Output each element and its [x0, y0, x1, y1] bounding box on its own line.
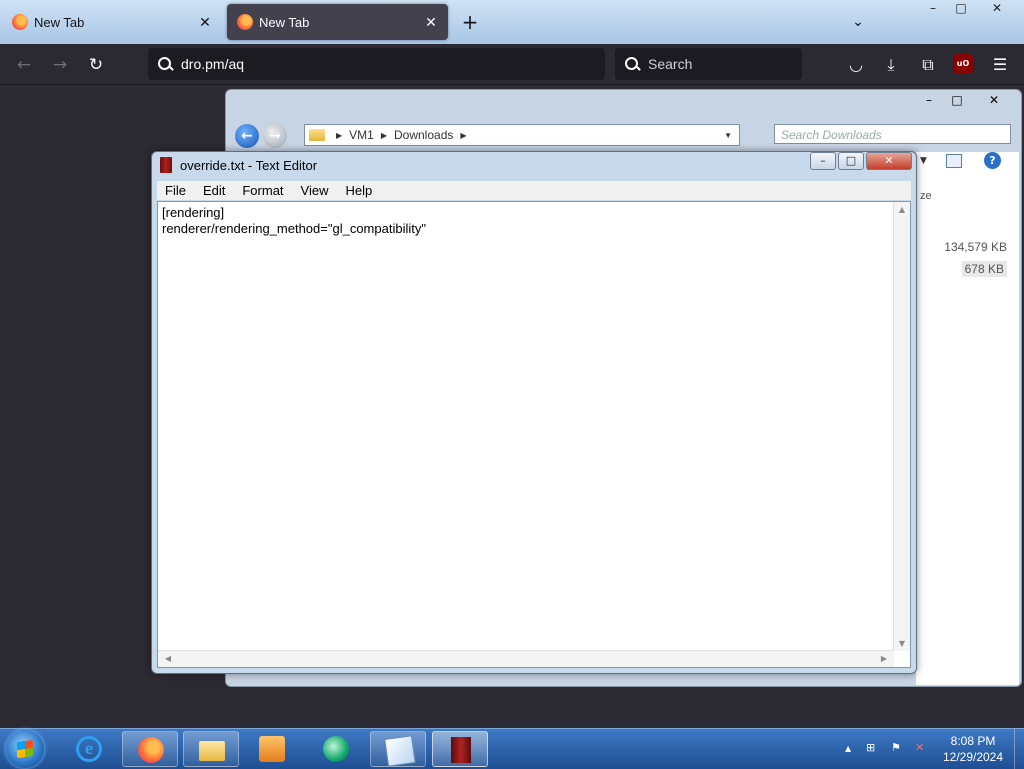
media-player-icon	[259, 736, 285, 762]
taskbar-internet-explorer[interactable]: e	[61, 731, 117, 767]
horizontal-scrollbar[interactable]: ◀ ▶	[158, 650, 894, 667]
clock-date: 12/29/2024	[942, 750, 1004, 764]
scroll-right-icon[interactable]: ▶	[876, 654, 892, 663]
preview-pane-icon[interactable]	[946, 154, 962, 168]
size-column-header[interactable]: ze	[920, 190, 932, 202]
vertical-scrollbar[interactable]: ▲ ▼	[893, 202, 910, 651]
new-tab-button[interactable]: +	[458, 10, 482, 34]
search-bar[interactable]: Search	[615, 48, 802, 80]
window-restore-button[interactable]: □	[946, 0, 976, 18]
scroll-left-icon[interactable]: ◀	[160, 654, 176, 663]
tab-close-icon[interactable]: ✕	[194, 14, 216, 31]
file-size-cell: 678 KB	[961, 261, 1007, 277]
menu-view[interactable]: View	[293, 183, 338, 198]
search-placeholder: Search	[648, 56, 693, 72]
text-line-2: renderer/rendering_method="gl_compatibil…	[162, 221, 426, 236]
window-close-button[interactable]: ✕	[982, 0, 1012, 18]
menu-file[interactable]: File	[157, 183, 195, 198]
tab-close-icon[interactable]: ✕	[420, 14, 442, 31]
scroll-down-icon[interactable]: ▼	[894, 639, 910, 648]
breadcrumb-downloads[interactable]: Downloads	[394, 128, 453, 142]
text-line-1: [rendering]	[162, 205, 225, 220]
action-center-flag-icon[interactable]: ⚑	[891, 741, 901, 754]
firefox-icon	[237, 14, 253, 30]
network-icon[interactable]: ⊞	[866, 741, 875, 754]
list-all-tabs-button[interactable]: ⌄	[846, 10, 870, 34]
explorer-file-pane: ▼ ? ze 134,579 KB 678 KB	[916, 152, 1019, 685]
view-options-dropdown-icon[interactable]: ▼	[920, 156, 927, 166]
explorer-search-input[interactable]: Search Downloads	[774, 124, 1011, 144]
taskbar-notepad[interactable]	[370, 731, 426, 767]
taskbar-text-editor[interactable]	[432, 731, 488, 767]
back-button[interactable]: ←	[11, 52, 37, 78]
taskbar-firefox[interactable]	[122, 731, 178, 767]
menu-edit[interactable]: Edit	[195, 183, 234, 198]
editor-close-button[interactable]: ✕	[866, 152, 912, 170]
scroll-up-icon[interactable]: ▲	[894, 205, 910, 214]
help-icon[interactable]: ?	[984, 152, 1001, 169]
taskbar-media-player[interactable]	[244, 731, 300, 767]
reload-button[interactable]: ↻	[83, 52, 109, 78]
explorer-back-icon[interactable]: ←	[235, 124, 259, 148]
explorer-minimize-button[interactable]: –	[916, 91, 942, 109]
editor-text-area[interactable]: [rendering] renderer/rendering_method="g…	[157, 201, 911, 668]
tab-label: New Tab	[259, 14, 310, 30]
url-bar[interactable]: dro.pm/aq	[148, 48, 605, 80]
text-editor-window[interactable]: override.txt - Text Editor – □ ✕ File Ed…	[151, 151, 917, 674]
editor-title: override.txt - Text Editor	[180, 157, 318, 173]
file-size-cell: 134,579 KB	[944, 240, 1007, 254]
system-clock[interactable]: 8:08 PM 12/29/2024	[934, 733, 1012, 765]
explorer-forward-icon[interactable]: →	[263, 124, 287, 148]
forward-button[interactable]: →	[47, 52, 73, 78]
search-icon	[158, 57, 172, 71]
show-desktop-button[interactable]	[1014, 729, 1024, 769]
editor-title-bar: override.txt - Text Editor	[160, 157, 317, 173]
taskbar-green-app[interactable]	[308, 731, 364, 767]
extensions-icon[interactable]: ⧉	[915, 52, 941, 78]
taskbar: e ▲ ⊞ ⚑ ✕ 8:08 PM 12/29/2024	[0, 728, 1024, 769]
file-explorer-icon	[199, 741, 225, 761]
text-editor-icon	[451, 737, 471, 763]
tab-label: New Tab	[34, 14, 85, 30]
pocket-icon[interactable]: ◡	[843, 52, 869, 78]
url-text: dro.pm/aq	[181, 56, 245, 72]
breadcrumb-caret-icon: ▶	[380, 130, 387, 140]
start-button[interactable]	[6, 730, 44, 768]
text-editor-icon	[160, 157, 172, 173]
firefox-icon	[138, 737, 164, 763]
editor-minimize-button[interactable]: –	[810, 152, 836, 170]
tab-new-tab-2[interactable]: New Tab ✕	[227, 4, 448, 40]
windows-logo-icon	[17, 739, 33, 759]
explorer-address-bar[interactable]: ▶ VM1 ▶ Downloads ▶ ▼	[304, 124, 740, 146]
taskbar-file-explorer[interactable]	[183, 731, 239, 767]
browser-tab-bar: New Tab ✕ New Tab ✕ + ⌄ – □ ✕	[0, 0, 1024, 44]
browser-nav-bar: ← → ↻ dro.pm/aq Search ◡ ⤓ ⧉ uO ☰	[0, 44, 1024, 85]
ublock-origin-icon[interactable]: uO	[953, 54, 973, 74]
tray-overflow-icon[interactable]: ▲	[845, 744, 851, 753]
search-icon	[625, 57, 639, 71]
clock-time: 8:08 PM	[950, 734, 996, 748]
menu-help[interactable]: Help	[337, 183, 381, 198]
downloads-icon[interactable]: ⤓	[878, 52, 904, 78]
menu-icon[interactable]: ☰	[987, 52, 1013, 78]
window-minimize-button[interactable]: –	[918, 0, 948, 18]
tab-new-tab-1[interactable]: New Tab ✕	[2, 4, 222, 40]
editor-maximize-button[interactable]: □	[838, 152, 864, 170]
breadcrumb-caret-icon: ▶	[460, 130, 467, 140]
notepad-icon	[384, 735, 416, 767]
green-app-icon	[323, 736, 349, 762]
folder-icon	[309, 129, 325, 141]
menu-format[interactable]: Format	[234, 183, 292, 198]
address-dropdown-icon[interactable]: ▼	[724, 131, 732, 140]
explorer-maximize-button[interactable]: □	[944, 91, 970, 109]
firefox-icon	[12, 14, 28, 30]
breadcrumb-caret-icon: ▶	[336, 130, 343, 140]
speaker-muted-icon[interactable]: ✕	[915, 741, 924, 754]
internet-explorer-icon: e	[76, 736, 102, 762]
editor-menu-bar: File Edit Format View Help	[157, 181, 911, 200]
breadcrumb-vm1[interactable]: VM1	[349, 128, 374, 142]
explorer-close-button[interactable]: ✕	[974, 91, 1014, 109]
